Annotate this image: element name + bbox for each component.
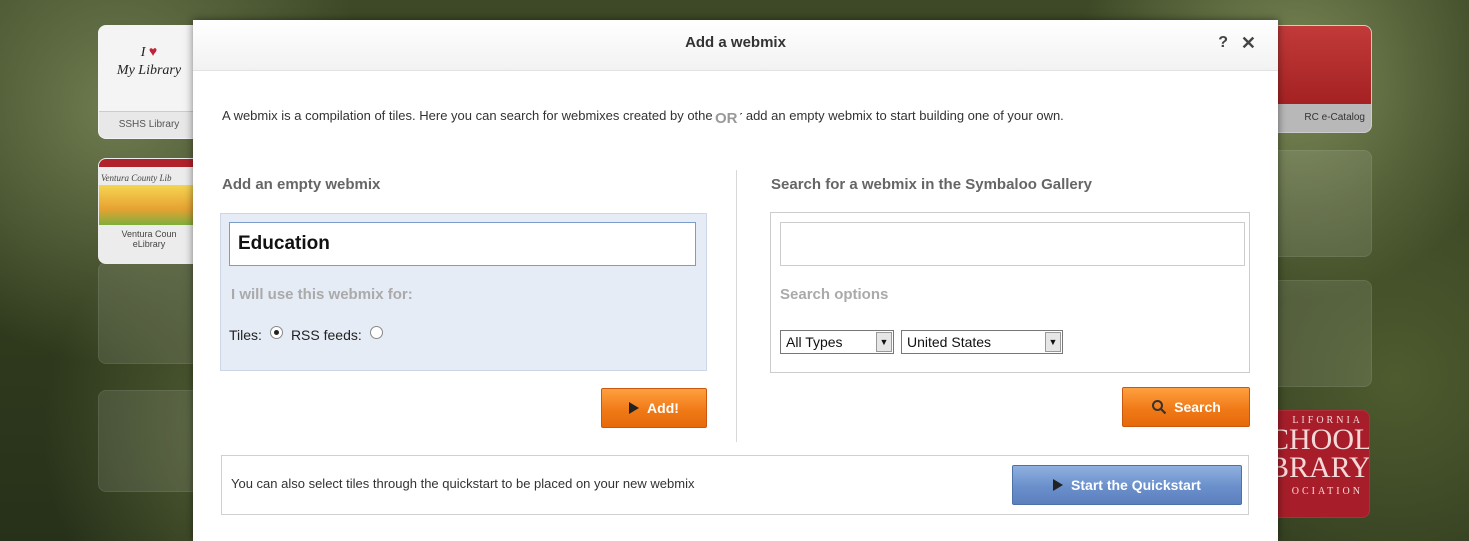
search-gallery-title: Search for a webmix in the Symbaloo Gall… xyxy=(771,176,1092,193)
heart-icon: ♥ xyxy=(148,45,158,60)
tile-caption: RC e-Catalog xyxy=(1269,104,1371,132)
type-select[interactable]: All Types ▼ xyxy=(780,330,894,354)
tile-caption: SSHS Library xyxy=(99,111,199,138)
quickstart-panel: You can also select tiles through the qu… xyxy=(221,455,1249,515)
country-select[interactable]: United States ▼ xyxy=(901,330,1063,354)
tiles-radio[interactable] xyxy=(269,326,283,339)
tile-caption: Ventura Coun eLibrary xyxy=(99,225,199,249)
add-button-label: Add! xyxy=(647,400,679,416)
caption-line1: Ventura Coun xyxy=(121,229,177,239)
add-webmix-dialog: Add a webmix ? ✕ A webmix is a compilati… xyxy=(193,20,1278,541)
search-options-label: Search options xyxy=(780,286,889,303)
rss-feeds-label: RSS feeds: xyxy=(290,326,362,343)
logo-line1: I xyxy=(140,45,146,60)
play-icon xyxy=(629,402,640,414)
tiles-label: Tiles: xyxy=(229,326,262,343)
search-button-label: Search xyxy=(1174,399,1221,415)
close-icon[interactable]: ✕ xyxy=(1241,33,1256,54)
tile-california-school-library[interactable]: LIFORNIA CHOOL BRARY OCIATION xyxy=(1268,410,1370,518)
dropdown-arrow-icon: ▼ xyxy=(1045,332,1061,352)
quickstart-text: You can also select tiles through the qu… xyxy=(231,476,695,491)
bg-tile[interactable] xyxy=(98,390,200,492)
webmix-name-input[interactable] xyxy=(229,222,696,266)
add-empty-panel: I will use this webmix for: Tiles: RSS f… xyxy=(220,213,707,371)
add-empty-title: Add an empty webmix xyxy=(222,176,381,193)
tile-band xyxy=(99,159,199,167)
type-select-value: All Types xyxy=(786,334,843,350)
tile-line4: OCIATION xyxy=(1291,486,1363,497)
caption-line2: eLibrary xyxy=(132,239,166,249)
logo-line2: My Library xyxy=(116,63,182,78)
tile-sshs-library[interactable]: I ♥ My Library SSHS Library xyxy=(98,25,200,139)
search-button[interactable]: Search xyxy=(1122,387,1250,427)
gallery-search-input[interactable] xyxy=(780,222,1245,266)
tile-line2: CHOOL xyxy=(1269,423,1370,456)
dialog-title: Add a webmix xyxy=(685,34,786,51)
quickstart-button-label: Start the Quickstart xyxy=(1071,477,1201,493)
bg-tile[interactable] xyxy=(98,262,200,364)
tile-ventura-elibrary[interactable]: Ventura County Lib Ventura Coun eLibrary xyxy=(98,158,200,264)
or-label: OR xyxy=(713,110,740,127)
tile-line3: BRARY xyxy=(1269,451,1370,484)
add-button[interactable]: Add! xyxy=(601,388,707,428)
tile-title: Ventura County Lib xyxy=(101,173,172,183)
use-label: I will use this webmix for: xyxy=(231,286,413,303)
dropdown-arrow-icon: ▼ xyxy=(876,332,892,352)
library-logo: I ♥ My Library xyxy=(99,26,199,80)
search-icon xyxy=(1152,400,1167,415)
help-icon[interactable]: ? xyxy=(1218,34,1228,52)
landscape-art-icon xyxy=(99,185,199,225)
bg-tile[interactable] xyxy=(1268,280,1372,387)
dialog-header: Add a webmix ? ✕ xyxy=(193,20,1278,71)
search-panel: Search options All Types ▼ United States… xyxy=(770,212,1250,373)
bg-tile[interactable] xyxy=(1268,150,1372,257)
scholastic-logo-icon xyxy=(1269,26,1371,104)
tile-scholastic[interactable]: RC e-Catalog xyxy=(1268,25,1372,133)
column-divider xyxy=(736,170,737,442)
play-icon xyxy=(1053,479,1064,491)
start-quickstart-button[interactable]: Start the Quickstart xyxy=(1012,465,1242,505)
use-type-options: Tiles: RSS feeds: xyxy=(229,326,391,343)
country-select-value: United States xyxy=(907,334,992,350)
rss-feeds-radio[interactable] xyxy=(369,326,383,339)
